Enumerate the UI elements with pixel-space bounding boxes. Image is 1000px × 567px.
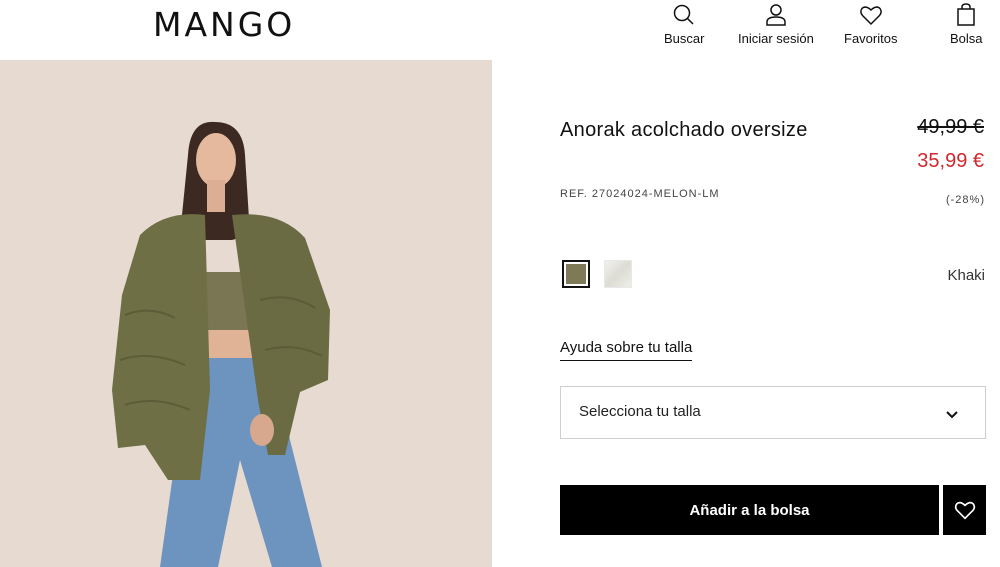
header: MANGO Buscar Iniciar sesión Favoritos Bo… <box>0 0 1000 60</box>
user-icon <box>766 4 786 26</box>
brand-logo[interactable]: MANGO <box>153 5 295 44</box>
size-select[interactable]: Selecciona tu talla <box>560 386 986 439</box>
color-swatch-khaki-fill <box>566 264 586 284</box>
product-photo-illustration <box>0 60 492 567</box>
add-to-bag-button[interactable]: Añadir a la bolsa <box>560 485 939 535</box>
nav-favorites[interactable]: Favoritos <box>844 2 897 46</box>
chevron-down-icon <box>946 411 958 419</box>
sale-price: 35,99 € <box>917 150 984 172</box>
product-reference: REF. 27024024-MELON-LM <box>560 188 720 200</box>
nav-bag-label: Bolsa <box>950 31 983 46</box>
add-to-bag-label: Añadir a la bolsa <box>689 501 810 519</box>
selected-color-name: Khaki <box>947 267 985 284</box>
size-select-label: Selecciona tu talla <box>579 403 701 420</box>
nav-login[interactable]: Iniciar sesión <box>738 2 814 46</box>
search-icon <box>673 4 694 25</box>
color-swatch-white[interactable] <box>604 260 632 288</box>
heart-icon <box>859 6 882 26</box>
nav-login-label: Iniciar sesión <box>738 31 814 46</box>
nav-search[interactable]: Buscar <box>664 2 704 46</box>
discount-badge: (-28%) <box>945 194 985 206</box>
bag-icon <box>957 3 976 26</box>
nav-bag[interactable]: Bolsa <box>950 2 983 46</box>
heart-icon <box>954 501 975 520</box>
original-price: 49,99 € <box>917 116 984 138</box>
nav-favorites-label: Favoritos <box>844 31 898 46</box>
nav-search-label: Buscar <box>664 31 705 46</box>
add-to-favorites-button[interactable] <box>943 485 986 535</box>
product-image[interactable] <box>0 60 492 567</box>
color-swatch-khaki[interactable] <box>562 260 590 288</box>
size-help-link[interactable]: Ayuda sobre tu talla <box>560 339 693 361</box>
product-title: Anorak acolchado oversize <box>560 119 808 141</box>
